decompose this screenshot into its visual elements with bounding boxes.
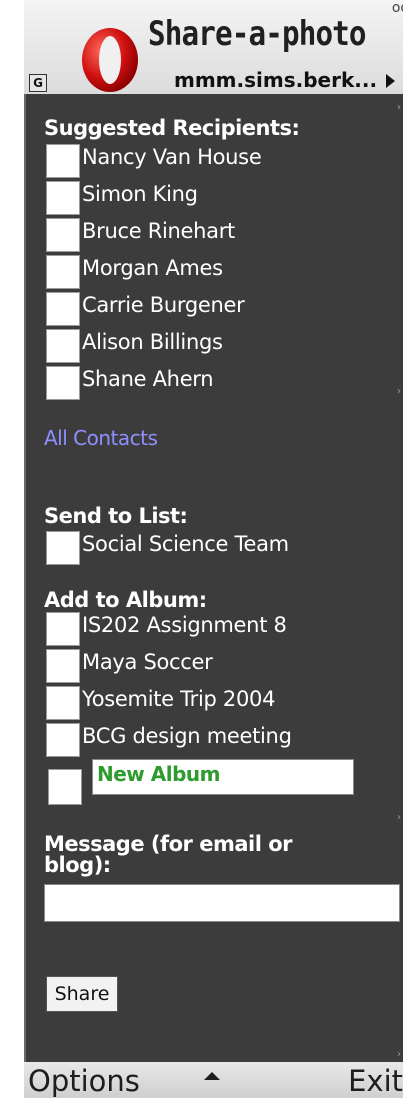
album-heading: Add to Album: <box>44 588 207 612</box>
send-list-checkbox[interactable] <box>46 531 80 565</box>
album-row[interactable]: Yosemite Trip 2004 <box>46 686 386 720</box>
recipient-label: Nancy Van House <box>82 145 262 169</box>
album-row[interactable]: Maya Soccer <box>46 649 386 683</box>
album-label: BCG design meeting <box>82 724 292 748</box>
recipient-checkbox[interactable] <box>46 329 80 363</box>
recipient-label: Morgan Ames <box>82 256 223 280</box>
album-row[interactable]: BCG design meeting <box>46 723 386 757</box>
album-label: Maya Soccer <box>82 650 213 674</box>
send-list-row[interactable]: Social Science Team <box>46 531 386 565</box>
new-album-input[interactable]: New Album <box>92 759 354 795</box>
recipient-checkbox[interactable] <box>46 292 80 326</box>
content-area: Suggested Recipients: Nancy Van House Si… <box>24 94 403 1062</box>
exit-softkey[interactable]: Exit <box>348 1064 403 1098</box>
share-button[interactable]: Share <box>46 976 118 1012</box>
scroll-marker-icon: › <box>397 386 401 397</box>
recipient-row[interactable]: Shane Ahern <box>46 366 386 400</box>
recipient-row[interactable]: Morgan Ames <box>46 255 386 289</box>
recipient-checkbox[interactable] <box>46 255 80 289</box>
recipient-checkbox[interactable] <box>46 144 80 178</box>
album-label: IS202 Assignment 8 <box>82 613 287 637</box>
album-label: Yosemite Trip 2004 <box>82 687 276 711</box>
scroll-marker-icon: › <box>397 812 401 823</box>
connection-indicator: G <box>29 74 47 92</box>
album-checkbox[interactable] <box>46 723 80 757</box>
all-contacts-link[interactable]: All Contacts <box>44 426 158 450</box>
recipients-heading: Suggested Recipients: <box>44 116 300 140</box>
recipient-row[interactable]: Carrie Burgener <box>46 292 386 326</box>
message-input[interactable] <box>44 884 400 922</box>
recipient-row[interactable]: Nancy Van House <box>46 144 386 178</box>
url-display[interactable]: mmm.sims.berk... <box>174 68 377 92</box>
recipient-label: Carrie Burgener <box>82 293 245 317</box>
message-heading: Message (for email or blog): <box>44 832 293 877</box>
options-softkey[interactable]: Options <box>28 1064 140 1098</box>
app-title: Share-a-photo <box>148 14 367 54</box>
recipient-row[interactable]: Alison Billings <box>46 329 386 363</box>
opera-logo-icon <box>82 28 138 92</box>
title-bar: Share-a-photo oo G mmm.sims.berk... <box>24 0 403 94</box>
recipient-label: Bruce Rinehart <box>82 219 235 243</box>
url-arrow-icon[interactable] <box>386 74 395 88</box>
recipient-checkbox[interactable] <box>46 218 80 252</box>
new-album-checkbox[interactable] <box>48 769 82 805</box>
send-list-label: Social Science Team <box>82 532 289 556</box>
recipient-label: Shane Ahern <box>82 367 214 391</box>
recipient-row[interactable]: Bruce Rinehart <box>46 218 386 252</box>
recipient-label: Alison Billings <box>82 330 223 354</box>
send-list-heading: Send to List: <box>44 504 188 528</box>
album-checkbox[interactable] <box>46 686 80 720</box>
recipient-checkbox[interactable] <box>46 366 80 400</box>
softkey-bar: Options Exit <box>24 1062 403 1098</box>
scroll-marker-icon: › <box>397 102 401 113</box>
recipient-label: Simon King <box>82 182 198 206</box>
album-checkbox[interactable] <box>46 649 80 683</box>
recipient-checkbox[interactable] <box>46 181 80 215</box>
album-checkbox[interactable] <box>46 612 80 646</box>
recipient-row[interactable]: Simon King <box>46 181 386 215</box>
phone-screen: Share-a-photo oo G mmm.sims.berk... Sugg… <box>24 0 403 1098</box>
album-row[interactable]: IS202 Assignment 8 <box>46 612 386 646</box>
up-arrow-icon[interactable] <box>204 1072 220 1080</box>
scroll-marker-icon: › <box>397 1049 401 1060</box>
signal-indicator: oo <box>391 0 403 16</box>
